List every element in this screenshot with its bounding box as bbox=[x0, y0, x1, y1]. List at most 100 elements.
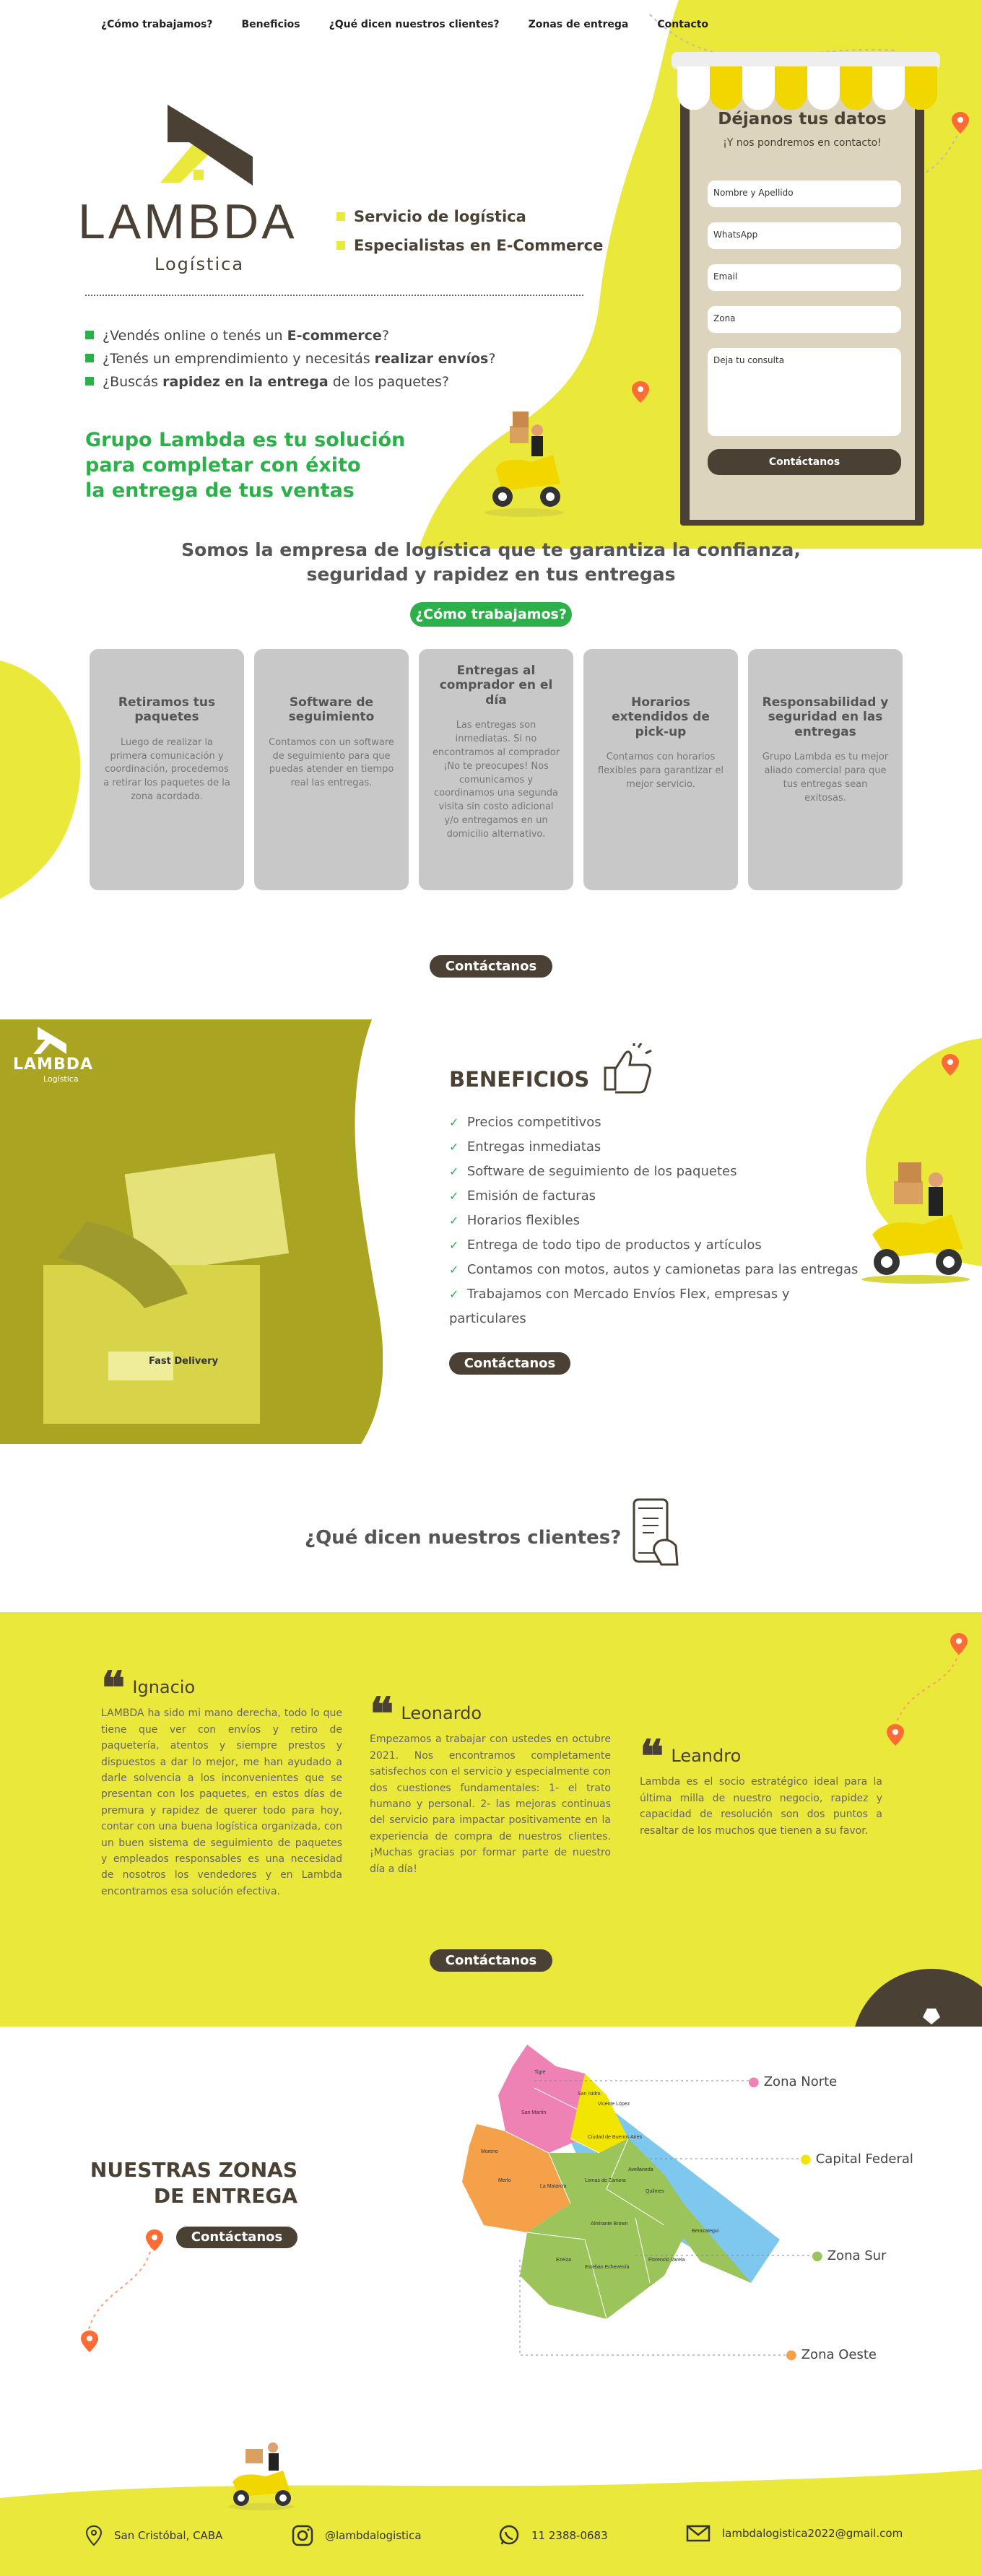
whatsapp-icon bbox=[499, 2525, 519, 2545]
nav-item-como-trabajamos[interactable]: ¿Cómo trabajamos? bbox=[101, 19, 213, 30]
testimonial-text: Lambda es el socio estratégico ideal par… bbox=[640, 1776, 882, 1837]
location-icon bbox=[85, 2525, 103, 2546]
testimonials-contact-button[interactable]: Contáctanos bbox=[430, 1949, 552, 1972]
zone-oeste-label: ● Zona Oeste bbox=[786, 2347, 877, 2362]
location-pin-icon bbox=[632, 381, 649, 403]
pin-icon: ● bbox=[800, 2151, 812, 2167]
zone-leader-lines bbox=[519, 2080, 816, 2356]
work-card: Software de seguimiento Contamos con un s… bbox=[254, 649, 409, 890]
nav-item-beneficios[interactable]: Beneficios bbox=[242, 19, 300, 30]
delivery-scooter-icon bbox=[861, 1162, 970, 1284]
left-yellow-blob bbox=[0, 661, 81, 899]
consulta-textarea[interactable]: Deja tu consulta bbox=[708, 348, 901, 436]
benefit-item: ✓ Entregas inmediatas bbox=[449, 1139, 601, 1154]
box-label: Fast Delivery bbox=[149, 1356, 219, 1367]
zones-title: NUESTRAS ZONAS DE ENTREGA bbox=[90, 2158, 297, 2208]
awning-icon bbox=[672, 52, 940, 110]
zona-input[interactable]: Zona bbox=[708, 306, 901, 333]
benefits-list: ✓ Precios competitivos ✓ Entregas inmedi… bbox=[449, 1110, 858, 1331]
hero-solution: Grupo Lambda es tu solución para completa… bbox=[85, 429, 406, 502]
benefits-title: BENEFICIOS bbox=[449, 1067, 590, 1092]
hero-questions: ¿Vendés online o tenés un E-commerce? ¿T… bbox=[85, 321, 495, 397]
footer-instagram[interactable]: @lambdalogistica bbox=[292, 2525, 422, 2546]
testimonial-card: ❝ Ignacio LAMBDA ha sido mi mano derecha,… bbox=[101, 1661, 342, 1900]
footer-phone[interactable]: 11 2388-0683 bbox=[498, 2525, 608, 2546]
work-card: Horarios extendidos de pick-up Contamos c… bbox=[583, 649, 738, 890]
footer-email[interactable]: lambdalogistica2022@gmail.com bbox=[686, 2525, 903, 2542]
instagram-icon bbox=[292, 2525, 313, 2546]
benefit-item: ✓ Precios competitivos bbox=[449, 1115, 601, 1130]
benefits-contact-button[interactable]: Contáctanos bbox=[449, 1352, 570, 1375]
testimonial-text: Empezamos a trabajar con ustedes en octu… bbox=[370, 1733, 611, 1875]
testimonials-title: ¿Qué dicen nuestros clientes? bbox=[305, 1527, 622, 1549]
testimonial-card: ❝ Leonardo Empezamos a trabajar con usted… bbox=[370, 1687, 611, 1877]
testimonial-name: Leandro bbox=[671, 1746, 742, 1766]
delivery-scooter-icon bbox=[485, 412, 564, 517]
delivery-scooter-icon bbox=[228, 2442, 295, 2510]
whatsapp-input[interactable]: WhatsApp bbox=[708, 222, 901, 249]
lambda-logo-icon bbox=[160, 105, 253, 186]
quote-icon: ❝ bbox=[101, 1661, 126, 1714]
about-contact-button[interactable]: Contáctanos bbox=[430, 955, 552, 978]
hero-divider bbox=[85, 295, 583, 296]
top-nav: ¿Cómo trabajamos? Beneficios ¿Qué dicen … bbox=[101, 19, 708, 30]
nav-item-clientes[interactable]: ¿Qué dicen nuestros clientes? bbox=[329, 19, 500, 30]
footer-logo-name: LAMBDA bbox=[13, 1056, 93, 1074]
lambda-circle-logo bbox=[855, 1969, 982, 2027]
zones-contact-button[interactable]: Contáctanos bbox=[176, 2227, 297, 2248]
location-pin-icon bbox=[952, 112, 969, 134]
location-pin-icon bbox=[950, 1633, 968, 1655]
location-pin-icon bbox=[81, 2331, 98, 2352]
zone-capital-label: ● Capital Federal bbox=[800, 2151, 913, 2167]
form-subtitle: ¡Y nos pondremos en contacto! bbox=[723, 137, 882, 149]
nav-item-contacto[interactable]: Contacto bbox=[657, 19, 708, 30]
svg-text:Moreno: Moreno bbox=[481, 2149, 498, 2154]
question-2: ¿Tenés un emprendimiento y necesitás rea… bbox=[85, 351, 495, 367]
quote-icon: ❝ bbox=[370, 1687, 394, 1740]
brand-sub: Logística bbox=[155, 254, 245, 274]
benefit-item: ✓ Entrega de todo tipo de productos y ar… bbox=[449, 1237, 762, 1253]
email-icon bbox=[686, 2525, 711, 2542]
work-card: Responsabilidad y seguridad en las entre… bbox=[748, 649, 903, 890]
nav-item-zonas[interactable]: Zonas de entrega bbox=[529, 19, 629, 30]
quote-icon: ❝ bbox=[640, 1729, 664, 1783]
benefit-item: ✓ Emisión de facturas bbox=[449, 1188, 596, 1204]
tag-ecommerce: Especialistas en E-Commerce bbox=[354, 237, 604, 254]
testimonial-name: Ignacio bbox=[132, 1677, 196, 1697]
form-title: Déjanos tus datos bbox=[718, 110, 887, 129]
tag-servicio: Servicio de logística bbox=[354, 208, 526, 225]
location-pin-icon bbox=[146, 2229, 163, 2251]
about-heading: Somos la empresa de logística que te gar… bbox=[181, 539, 801, 585]
pin-icon: ● bbox=[812, 2248, 823, 2263]
hero-tags: Servicio de logística Especialistas en E… bbox=[336, 202, 603, 260]
zone-sur-label: ● Zona Sur bbox=[812, 2248, 887, 2263]
page: ¿Cómo trabajamos? Beneficios ¿Qué dicen … bbox=[0, 0, 982, 2576]
benefit-item: ✓ Contamos con motos, autos y camionetas… bbox=[449, 1262, 859, 1277]
email-input[interactable]: Email bbox=[708, 264, 901, 291]
question-1: ¿Vendés online o tenés un E-commerce? bbox=[85, 328, 495, 344]
zone-norte-label: ● Zona Norte bbox=[748, 2074, 838, 2089]
footer-address: San Cristóbal, CABA bbox=[85, 2525, 222, 2546]
question-3: ¿Buscás rapidez en la entrega de los paq… bbox=[85, 374, 495, 390]
form-submit-button[interactable]: Contáctanos bbox=[708, 449, 901, 475]
pin-icon: ● bbox=[748, 2074, 760, 2089]
lambda-logo-white-icon bbox=[33, 1027, 66, 1054]
work-card: Entregas al comprador en el día Las entre… bbox=[419, 649, 573, 890]
benefit-item: ✓ Horarios flexibles bbox=[449, 1213, 580, 1228]
como-trabajamos-badge: ¿Cómo trabajamos? bbox=[410, 602, 572, 627]
footer-logo-sub: Logística bbox=[43, 1074, 79, 1084]
footer-yellow-wave bbox=[0, 2469, 982, 2576]
benefit-item: ✓ Software de seguimiento de los paquete… bbox=[449, 1164, 737, 1179]
work-card: Retiramos tus paquetes Luego de realizar … bbox=[90, 649, 244, 890]
phone-hand-icon bbox=[633, 1498, 679, 1566]
testimonial-card: ❝ Leandro Lambda es el socio estratégico … bbox=[640, 1729, 882, 1839]
pin-icon: ● bbox=[786, 2347, 797, 2362]
testimonial-text: LAMBDA ha sido mi mano derecha, todo lo … bbox=[101, 1707, 342, 1897]
testimonial-name: Leonardo bbox=[401, 1703, 482, 1723]
benefit-item: ✓ Trabajamos con Mercado Envíos Flex, em… bbox=[449, 1287, 790, 1326]
name-input[interactable]: Nombre y Apellido bbox=[708, 180, 901, 207]
location-pin-icon bbox=[942, 1054, 959, 1076]
brand-name: LAMBDA bbox=[78, 194, 297, 249]
thumbs-up-icon bbox=[604, 1043, 652, 1094]
location-pin-icon bbox=[887, 1724, 904, 1746]
